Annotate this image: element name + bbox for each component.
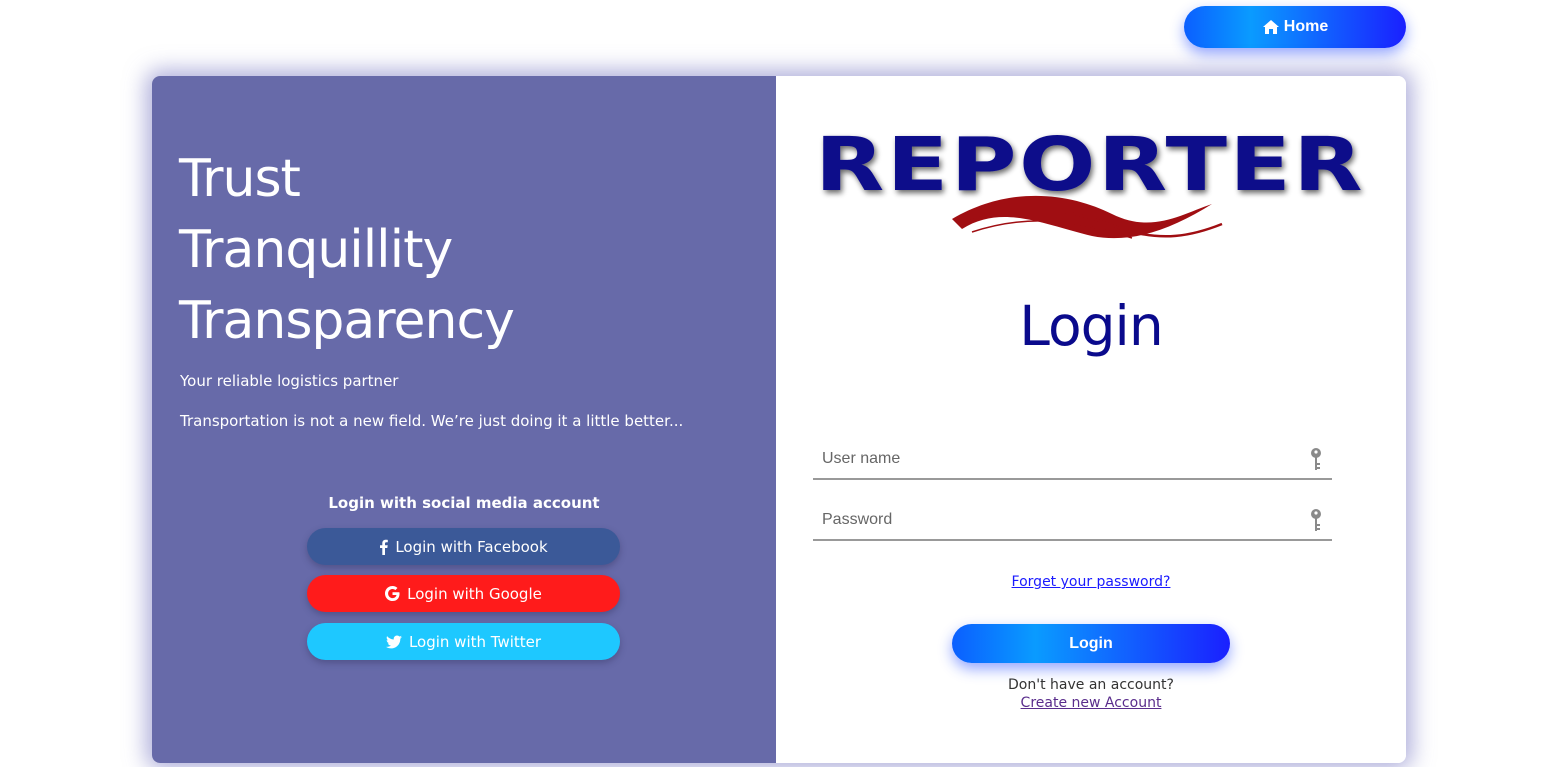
create-account-row: Create new Account: [776, 695, 1406, 711]
username-field: [813, 440, 1332, 480]
reporter-logo: REPORTER: [815, 124, 1365, 239]
login-card: Trust Tranquillity Transparency Your rel…: [152, 76, 1406, 763]
tagline-line-1: Trust: [179, 149, 301, 209]
social-login-title: Login with social media account: [328, 494, 600, 512]
username-input[interactable]: [813, 440, 1304, 478]
facebook-login-label: Login with Facebook: [395, 537, 548, 556]
info-panel: Trust Tranquillity Transparency Your rel…: [152, 76, 776, 763]
description: Transportation is not a new field. We’re…: [180, 412, 684, 430]
tagline-line-2: Tranquillity: [179, 220, 453, 280]
password-input[interactable]: [813, 501, 1304, 539]
facebook-login-button[interactable]: Login with Facebook: [307, 528, 620, 565]
login-button[interactable]: Login: [952, 624, 1230, 663]
twitter-login-button[interactable]: Login with Twitter: [307, 623, 620, 660]
google-icon: [385, 586, 400, 601]
home-label: Home: [1283, 18, 1329, 35]
tagline: Trust Tranquillity Transparency: [179, 144, 515, 357]
key-icon: [1311, 509, 1321, 531]
login-title: Login: [1019, 294, 1163, 358]
forgot-password-link[interactable]: Forget your password?: [1012, 574, 1171, 590]
twitter-login-label: Login with Twitter: [408, 632, 542, 651]
logo-wordmark: REPORTER: [815, 124, 1365, 208]
tagline-line-3: Transparency: [179, 291, 515, 351]
key-icon: [1311, 448, 1321, 470]
google-login-button[interactable]: Login with Google: [307, 575, 620, 612]
subtitle: Your reliable logistics partner: [180, 372, 399, 390]
facebook-icon: [380, 539, 389, 555]
password-field: [813, 501, 1332, 541]
twitter-icon: [385, 635, 402, 648]
login-panel: REPORTER Login Forget yo: [776, 76, 1406, 763]
no-account-text: Don't have an account?: [1008, 677, 1174, 693]
create-account-link[interactable]: Create new Account: [1021, 695, 1162, 711]
forgot-password-row: Forget your password?: [776, 574, 1406, 590]
google-login-label: Login with Google: [407, 584, 542, 603]
home-button[interactable]: Home: [1184, 6, 1406, 48]
home-icon: [1262, 20, 1279, 34]
